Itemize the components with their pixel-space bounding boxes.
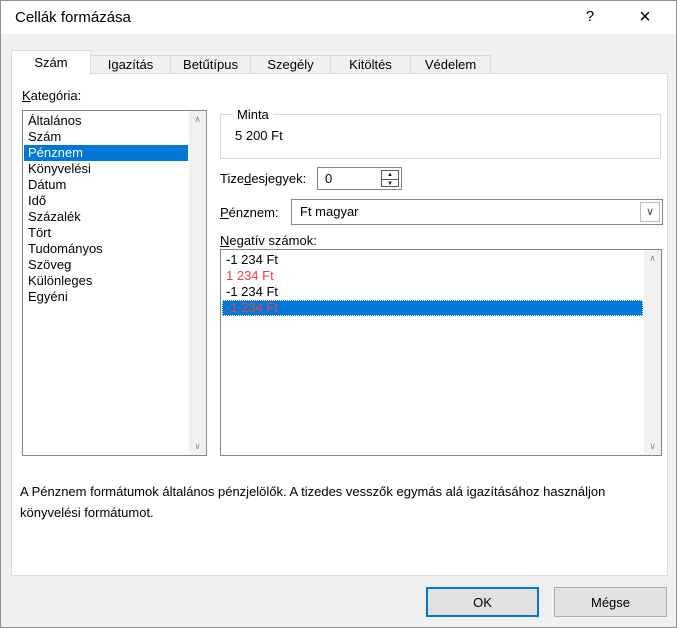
chevron-down-icon[interactable]: ∨ xyxy=(640,202,660,222)
category-item-selected[interactable]: Pénznem xyxy=(24,145,188,161)
category-item[interactable]: Könyvelési xyxy=(24,161,188,177)
format-description: A Pénznem formátumok általános pénzjelöl… xyxy=(20,481,658,523)
tab-betutipus[interactable]: Betűtípus xyxy=(171,55,251,74)
category-item[interactable]: Különleges xyxy=(24,273,188,289)
category-item[interactable]: Idő xyxy=(24,193,188,209)
spin-buttons: ▲ ▼ xyxy=(381,170,399,187)
spin-up-icon[interactable]: ▲ xyxy=(382,171,398,179)
category-item[interactable]: Szám xyxy=(24,129,188,145)
negative-numbers-listbox[interactable]: -1 234 Ft 1 234 Ft -1 234 Ft -1 234 Ft ∧… xyxy=(220,249,662,456)
category-label: Kategória: xyxy=(22,88,81,103)
scroll-up-icon[interactable]: ∧ xyxy=(189,111,206,128)
scroll-down-icon[interactable]: ∨ xyxy=(189,438,206,455)
dialog-title: Cellák formázása xyxy=(15,1,131,34)
category-item[interactable]: Egyéni xyxy=(24,289,188,305)
currency-dropdown[interactable]: Ft magyar ∨ xyxy=(291,199,663,225)
ok-button[interactable]: OK xyxy=(426,587,539,617)
scroll-down-icon[interactable]: ∨ xyxy=(644,438,661,455)
category-listbox[interactable]: Általános Szám Pénznem Könyvelési Dátum … xyxy=(22,110,207,456)
decimals-label: Tizedesjegyek: xyxy=(220,171,306,186)
negative-numbers-label: Negatív számok: xyxy=(220,233,317,248)
negative-scrollbar[interactable]: ∧ ∨ xyxy=(644,250,661,455)
sample-value: 5 200 Ft xyxy=(235,128,283,143)
tab-szegely[interactable]: Szegély xyxy=(251,55,331,74)
decimals-input[interactable] xyxy=(318,168,378,189)
category-item[interactable]: Százalék xyxy=(24,209,188,225)
title-bar: Cellák formázása ? × xyxy=(1,1,676,34)
tab-strip: Szám Igazítás Betűtípus Szegély Kitöltés… xyxy=(11,49,491,74)
decimals-spinner: ▲ ▼ xyxy=(317,167,402,190)
negative-format-item[interactable]: 1 234 Ft xyxy=(222,268,643,284)
spin-down-icon[interactable]: ▼ xyxy=(382,179,398,187)
scroll-up-icon[interactable]: ∧ xyxy=(644,250,661,267)
tab-igazitas[interactable]: Igazítás xyxy=(91,55,171,74)
currency-label: Pénznem: xyxy=(220,205,279,220)
category-scrollbar[interactable]: ∧ ∨ xyxy=(189,111,206,455)
category-items: Általános Szám Pénznem Könyvelési Dátum … xyxy=(24,113,188,305)
category-item[interactable]: Általános xyxy=(24,113,188,129)
negative-format-item[interactable]: -1 234 Ft xyxy=(222,284,643,300)
category-item[interactable]: Dátum xyxy=(24,177,188,193)
sample-group: Minta 5 200 Ft xyxy=(220,114,661,159)
cancel-button[interactable]: Mégse xyxy=(554,587,667,617)
sample-group-label: Minta xyxy=(233,107,273,122)
currency-value: Ft magyar xyxy=(300,200,359,224)
format-cells-dialog: Cellák formázása ? × Szám Igazítás Betűt… xyxy=(0,0,677,628)
help-icon[interactable]: ? xyxy=(574,1,606,33)
negative-format-item-selected[interactable]: -1 234 Ft xyxy=(222,300,643,316)
number-tab-page: Kategória: Általános Szám Pénznem Könyve… xyxy=(11,73,668,576)
tab-kitoltes[interactable]: Kitöltés xyxy=(331,55,411,74)
category-item[interactable]: Szöveg xyxy=(24,257,188,273)
tab-szam[interactable]: Szám xyxy=(11,50,91,75)
tab-vedelem[interactable]: Védelem xyxy=(411,55,491,74)
negative-number-items: -1 234 Ft 1 234 Ft -1 234 Ft -1 234 Ft xyxy=(222,252,643,316)
category-item[interactable]: Tört xyxy=(24,225,188,241)
negative-format-item[interactable]: -1 234 Ft xyxy=(222,252,643,268)
close-icon[interactable]: × xyxy=(629,1,661,33)
category-item[interactable]: Tudományos xyxy=(24,241,188,257)
